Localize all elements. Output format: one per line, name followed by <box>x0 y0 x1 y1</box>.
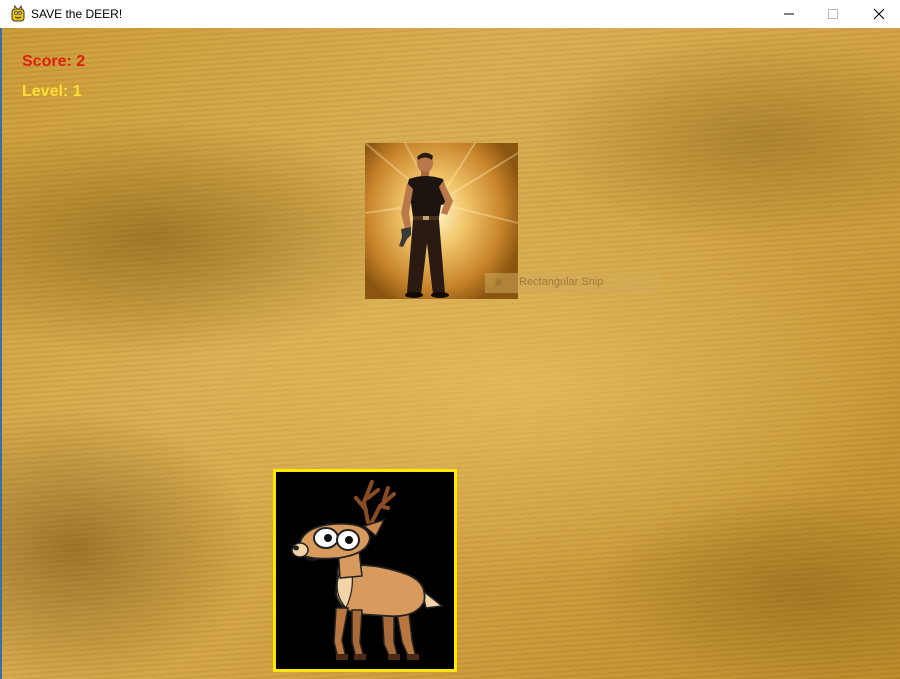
deer-sprite[interactable] <box>273 469 457 672</box>
maximize-button[interactable] <box>810 0 856 28</box>
minimize-button[interactable] <box>766 0 812 28</box>
snip-label: Rectangular Snip <box>519 276 604 288</box>
snip-tooltip: Rectangular Snip <box>485 273 659 293</box>
window-title: SAVE the DEER! <box>31 7 123 21</box>
pygame-snake-icon <box>11 5 25 22</box>
level-label: Level: 1 <box>22 83 82 100</box>
score-label: Score: 2 <box>22 53 86 70</box>
minimize-icon <box>784 13 794 15</box>
maximize-icon <box>828 9 838 19</box>
deer-icon <box>291 480 444 660</box>
title-bar: SAVE the DEER! <box>0 0 900 28</box>
game-canvas[interactable]: Score: 2 Level: 1 Rectangular Snip <box>0 28 900 679</box>
close-icon <box>873 8 885 20</box>
snip-icon <box>495 279 502 286</box>
close-button[interactable] <box>856 0 900 28</box>
